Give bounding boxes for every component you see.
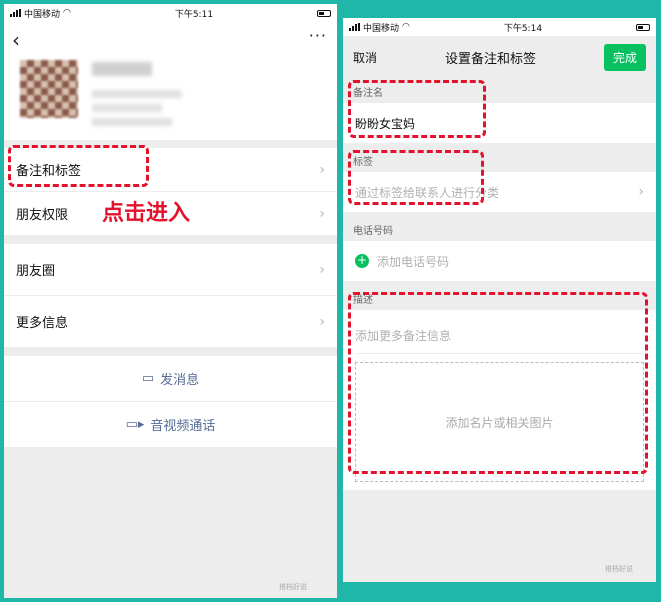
contact-name-blurred	[92, 62, 152, 76]
battery-icon	[636, 23, 650, 31]
tags-label: 标签	[353, 157, 373, 168]
tags-field[interactable]: 通过标签给联系人进行分类 ›	[343, 172, 656, 212]
nav-bar: 取消 设置备注和标签 完成	[343, 36, 656, 78]
watermark: 搭档好说	[279, 583, 307, 591]
contact-info-blurred	[92, 90, 182, 98]
status-bar: 中国移动 ◠ 下午5:11	[4, 4, 337, 22]
remark-input[interactable]: 盼盼女宝妈	[343, 103, 656, 143]
cancel-button[interactable]: 取消	[353, 49, 377, 66]
desc-label: 描述	[353, 295, 373, 306]
send-message-label: 发消息	[160, 373, 200, 388]
carrier-label: 中国移动	[363, 23, 400, 34]
chevron-right-icon: ›	[319, 161, 325, 178]
page-title: 设置备注和标签	[444, 51, 536, 67]
plus-icon: +	[355, 253, 369, 268]
chat-bubble-icon: ▭	[141, 371, 155, 386]
send-message-button[interactable]: ▭ 发消息	[4, 356, 337, 402]
video-icon: ▭▸	[125, 417, 145, 432]
wifi-icon: ◠	[63, 8, 71, 18]
callout-text: 点击进入	[102, 201, 191, 226]
phone-label: 电话号码	[353, 226, 393, 237]
avatar[interactable]	[20, 60, 78, 118]
menu-more-info[interactable]: 更多信息 ›	[4, 296, 337, 348]
done-button[interactable]: 完成	[603, 43, 646, 71]
menu-remark-tags[interactable]: 备注和标签 ›	[4, 148, 337, 192]
watermark: 搭档好说	[605, 565, 633, 573]
right-screen: 中国移动 ◠ 下午5:14 取消 设置备注和标签 完成 备注名 盼盼女宝妈 标签…	[343, 18, 656, 582]
video-call-button[interactable]: ▭▸ 音视频通话	[4, 402, 337, 448]
back-button[interactable]: ‹	[12, 28, 20, 52]
description-input[interactable]: 添加更多备注信息	[355, 318, 644, 354]
clock: 下午5:14	[503, 23, 543, 34]
status-bar: 中国移动 ◠ 下午5:14	[343, 18, 656, 36]
description-box: 添加更多备注信息 添加名片或相关图片	[343, 310, 656, 490]
remark-label: 备注名	[353, 88, 383, 99]
signal-icon	[10, 9, 21, 17]
video-call-label: 音视频通话	[150, 419, 216, 434]
chevron-right-icon: ›	[319, 205, 325, 222]
battery-icon	[317, 9, 331, 17]
menu-label: 朋友圈	[16, 264, 56, 279]
add-image-button[interactable]: 添加名片或相关图片	[355, 362, 644, 482]
tags-placeholder: 通过标签给联系人进行分类	[355, 185, 500, 200]
menu-label: 更多信息	[16, 316, 69, 331]
chevron-right-icon: ›	[638, 184, 644, 200]
contact-info-blurred	[92, 104, 162, 112]
phone-placeholder: 添加电话号码	[377, 254, 450, 269]
left-screen: 中国移动 ◠ 下午5:11 ‹ ··· 备注和标签 › 朋友权限 › 朋友圈 ›…	[4, 4, 337, 598]
add-phone-field[interactable]: + 添加电话号码	[343, 241, 656, 281]
carrier-label: 中国移动	[24, 9, 61, 20]
chevron-right-icon: ›	[319, 261, 325, 278]
menu-label: 备注和标签	[16, 164, 82, 179]
signal-icon	[349, 23, 360, 31]
clock: 下午5:11	[174, 9, 214, 20]
wifi-icon: ◠	[402, 22, 410, 32]
more-button[interactable]: ···	[309, 26, 327, 45]
contact-header: ‹ ···	[4, 22, 337, 140]
menu-moments[interactable]: 朋友圈 ›	[4, 244, 337, 296]
contact-info-blurred	[92, 118, 172, 126]
menu-label: 朋友权限	[16, 208, 69, 223]
chevron-right-icon: ›	[319, 313, 325, 330]
